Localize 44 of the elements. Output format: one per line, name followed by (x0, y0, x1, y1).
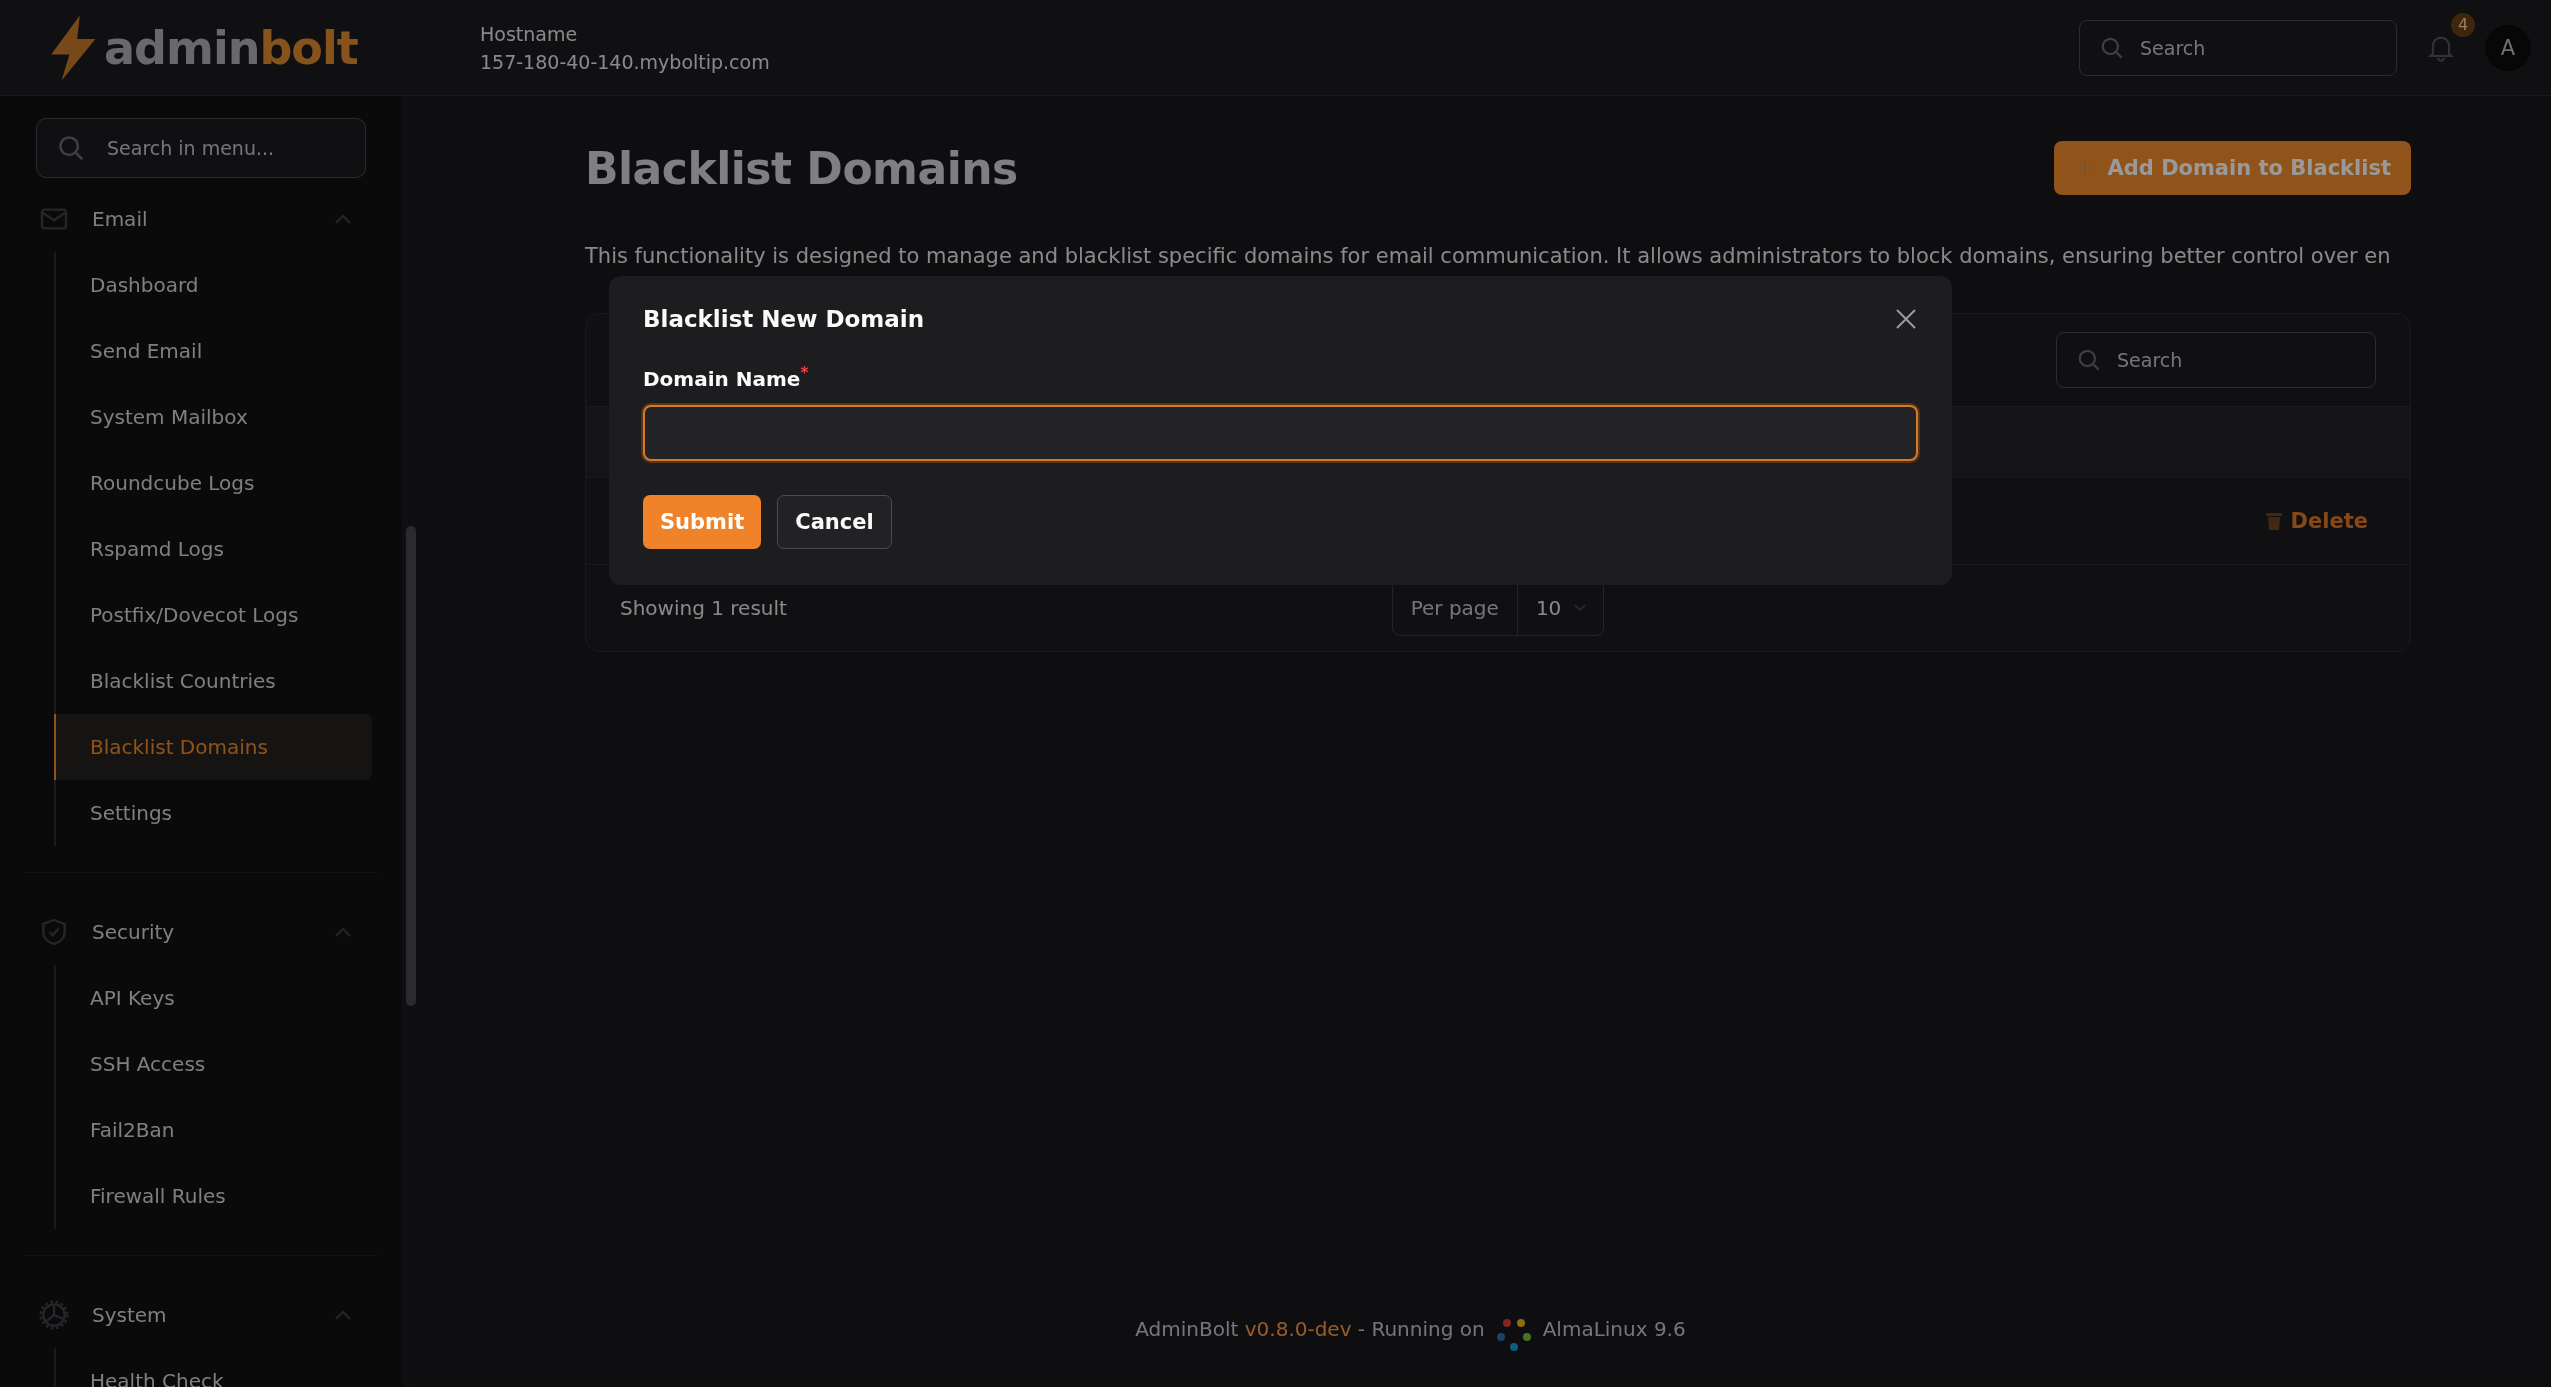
trash-icon (2264, 511, 2283, 531)
os-name: AlmaLinux 9.6 (1542, 1317, 1686, 1341)
cancel-button[interactable]: Cancel (777, 494, 892, 549)
chevron-icon (334, 1309, 352, 1321)
sidebar-item[interactable]: Send Email (54, 318, 372, 384)
sidebar-item[interactable]: SSH Access (54, 1031, 372, 1097)
table-search-field[interactable]: Search (2056, 332, 2376, 388)
hostname-label: Hostname (480, 22, 579, 45)
delete-button[interactable]: Delete (2258, 508, 2374, 534)
footer-text: AdminBolt v0.8.0-dev - Running on (1135, 1317, 1485, 1341)
menu-group-header[interactable]: System (24, 1282, 378, 1348)
avatar[interactable]: A (2485, 24, 2531, 71)
sidebar-item[interactable]: System Mailbox (54, 384, 372, 450)
sidebar-item[interactable]: Rspamd Logs (54, 516, 372, 582)
notification-count: 4 (2451, 12, 2475, 37)
sidebar-item[interactable]: Postfix/Dovecot Logs (54, 582, 372, 648)
results-summary: Showing 1 result (620, 596, 788, 620)
sidebar-item[interactable]: Blacklist Countries (54, 648, 372, 714)
domain-name-input[interactable] (643, 404, 1918, 461)
scrollbar[interactable] (402, 96, 420, 1387)
chevron-icon (334, 213, 352, 225)
field-label: Domain Name$^{*}$ (643, 364, 810, 391)
page-title: Blacklist Domains (585, 142, 1018, 194)
logo-text: adminbolt (104, 20, 358, 75)
search-field[interactable]: Search (2079, 19, 2397, 76)
sidebar-item[interactable]: Dashboard (54, 252, 372, 318)
close-icon[interactable] (1894, 307, 1918, 331)
menu-group-header[interactable]: Email (24, 186, 378, 252)
sidebar-item[interactable]: Settings (54, 780, 372, 846)
flower-logo-icon (1496, 1317, 1531, 1351)
menu-group-header[interactable]: Security (24, 899, 378, 965)
sidebar-item[interactable]: Blacklist Domains (54, 714, 372, 780)
gear-icon (38, 1299, 70, 1331)
chevron-icon (1573, 603, 1588, 613)
sidebar-item[interactable]: Fail2Ban (54, 1097, 372, 1163)
menu-search-field[interactable]: Search in menu... (36, 118, 366, 178)
submit-button[interactable]: Submit (643, 494, 762, 549)
hostname-value: 157-180-40-140.myboltip.com (480, 50, 770, 73)
sidebar-item[interactable]: API Keys (54, 965, 372, 1031)
sidebar-item[interactable]: Roundcube Logs (54, 450, 372, 516)
sidebar-item[interactable]: Firewall Rules (54, 1163, 372, 1229)
chevron-icon (334, 926, 352, 938)
page-description: This functionality is designed to manage and blacklist specific domains for email communication. It allows administrators to block domains, ensuring better control over en (585, 243, 2392, 270)
modal-title: Blacklist New Domain (643, 306, 925, 332)
